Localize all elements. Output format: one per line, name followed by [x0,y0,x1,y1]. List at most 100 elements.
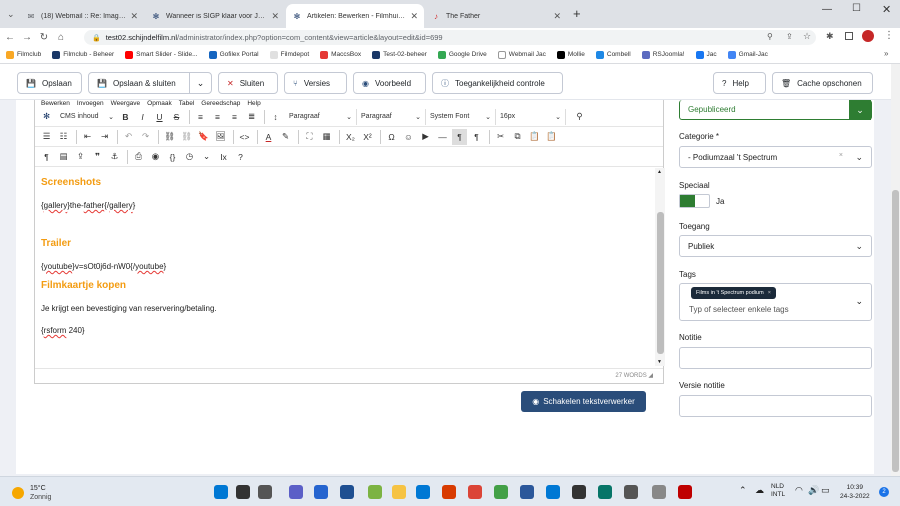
resize-handle-icon[interactable]: ◢ [648,373,653,379]
forward-icon[interactable]: → [20,30,34,44]
reload-icon[interactable]: ↻ [37,30,51,44]
browser-tab[interactable]: ✻ Artikelen: Bewerken - Filmhuis Sp ✕ [286,4,424,28]
toggle-editor-button[interactable]: ◉ Schakelen tekstverwerker [521,391,646,412]
cms-content-dropdown[interactable]: CMS inhoud ⌄ [56,109,118,125]
publisher-icon[interactable] [598,485,612,499]
url-input[interactable]: 🔒 test02.schijndelfilm.nl/administrator/… [84,30,816,45]
code-sample-icon[interactable]: {} [165,149,180,165]
star-icon[interactable]: ☆ [803,31,811,42]
italic-icon[interactable]: I [135,109,150,125]
indent-icon[interactable]: ⇥ [97,129,112,145]
paste-text-icon[interactable]: 📋 [544,129,559,145]
page-scroll-thumb[interactable] [892,190,899,472]
weather-widget[interactable]: 15°C Zonnig [12,484,51,502]
language-indicator[interactable]: NLD INTL [771,483,785,499]
cache-button[interactable]: 🗑 Cache opschonen [772,72,873,94]
bookmark-item[interactable]: Filmdepot [269,50,309,59]
chevron-down-icon[interactable]: ⌄ [199,149,214,165]
bookmarks-more[interactable]: » [884,49,888,58]
ltr-icon[interactable]: ¶ [452,128,467,145]
fullscreen-icon[interactable]: ⛶ [302,129,317,145]
office-icon[interactable] [442,485,456,499]
bookmark-item[interactable]: Test-02-beheer [372,50,427,59]
battery-icon[interactable]: ▭ [821,485,830,496]
clear-icon[interactable]: × [839,152,843,159]
preview-button[interactable]: ◉ Voorbeeld [353,72,426,94]
bookmark-item[interactable]: Smart Slider - Slide... [125,50,198,59]
cut-icon[interactable]: ✂ [493,129,508,145]
code-icon[interactable]: <> [237,129,252,145]
new-tab-button[interactable]: + [573,6,581,21]
bookmark-item[interactable]: Gofilex Portal [208,50,259,59]
strikethrough-icon[interactable]: S [169,109,184,125]
terminal-icon[interactable] [572,485,586,499]
menu-icon[interactable]: ⋮ [884,30,894,41]
sidebar-panel-icon[interactable] [845,32,853,40]
template-icon[interactable]: ▤ [56,149,71,165]
start-icon[interactable] [214,485,228,499]
editor-content[interactable]: Screenshots {gallery}the-father{/gallery}… [35,168,655,366]
accessibility-button[interactable]: ⓘ Toegankelijkheid controle [432,72,563,94]
bookmark-item[interactable]: MaccsBox [320,50,361,59]
app-icon[interactable] [652,485,666,499]
close-tab-icon[interactable]: ✕ [271,11,279,22]
highlight-color-icon[interactable]: ✎ [278,129,293,145]
bookmark-item[interactable]: Mollie [556,50,585,59]
save-close-button[interactable]: 💾 Opslaan & sluiten ⌄ [88,72,212,94]
photos-icon[interactable] [494,485,508,499]
table-icon[interactable]: ▦ [319,129,334,145]
scroll-down-icon[interactable]: ▼ [657,359,662,365]
remove-tag-icon[interactable]: × [768,290,771,296]
chevron-down-icon[interactable]: ⌄ [189,73,211,93]
home-icon[interactable]: ⌂ [54,30,68,44]
bookmark-item[interactable]: Gmail-Jac [727,50,768,59]
editor-menu-item[interactable]: Invoegen [77,100,104,107]
search-icon[interactable] [236,485,250,499]
print-icon[interactable]: ⎙ [131,149,146,165]
tab-search-icon[interactable]: ⌄ [7,9,15,20]
outlook-icon[interactable] [546,485,560,499]
browser-tab[interactable]: ✻ Wanneer is SIGP klaar voor Joomla ✕ [145,4,285,28]
editor-menu-item[interactable]: Bewerken [41,100,70,107]
subscript-icon[interactable]: X₂ [343,129,358,145]
bookmark-item[interactable]: Webmail Jac [497,50,546,59]
search-icon[interactable]: ⚲ [572,109,587,125]
editor-menu-item[interactable]: Gereedschap [201,100,240,107]
bookmark-item[interactable]: RSJoomla! [641,50,685,59]
numbered-list-icon[interactable]: ☷ [56,129,71,145]
back-icon[interactable]: ← [3,30,17,44]
profile-avatar[interactable] [862,30,874,42]
clear-format-icon[interactable]: Ix [216,149,231,165]
editor-scroll-thumb[interactable] [657,212,664,354]
bookmark-item[interactable]: Filmclub [6,50,41,59]
emoji-icon[interactable]: ☺ [401,129,416,145]
help-icon[interactable]: ? [233,149,248,165]
bold-icon[interactable]: B [118,109,133,125]
paragraph-dropdown[interactable]: Paragraaf ⌄ [285,108,357,125]
save-button[interactable]: 💾 Opslaan [17,72,82,94]
version-note-input[interactable] [679,395,872,417]
extensions-icon[interactable]: ✱ [826,31,834,42]
image-icon[interactable]: 🖼 [213,129,228,145]
todo-icon[interactable] [314,485,328,499]
upload-icon[interactable]: ⇪ [73,149,88,165]
preview-icon[interactable]: ◉ [148,149,163,165]
clock[interactable]: 10:39 24-3-2022 [840,483,870,501]
notification-badge[interactable]: 2 [879,487,889,497]
filezilla-icon[interactable] [678,485,692,499]
superscript-icon[interactable]: X² [360,129,375,145]
page-scrollbar[interactable] [891,64,900,476]
close-tab-icon[interactable]: ✕ [130,11,138,22]
close-window-button[interactable]: ✕ [882,3,891,16]
close-button[interactable]: ✕ Sluiten [218,72,278,94]
chevron-up-icon[interactable]: ⌃ [739,485,747,496]
media-icon[interactable]: ▶ [418,129,433,145]
align-center-icon[interactable]: ≡ [210,109,225,125]
font-dropdown[interactable]: System Font ⌄ [426,108,496,125]
browser-tab[interactable]: ✉ (18) Webmail :: Re: Image gallery ✕ [20,4,144,28]
blockquote-icon[interactable]: ❞ [90,149,105,165]
anchor-icon[interactable]: ⚓ [107,149,122,165]
file-explorer-icon[interactable] [392,485,406,499]
access-select[interactable]: Publiek ⌄ [679,235,872,257]
copy-icon[interactable]: ⧉ [510,129,525,145]
